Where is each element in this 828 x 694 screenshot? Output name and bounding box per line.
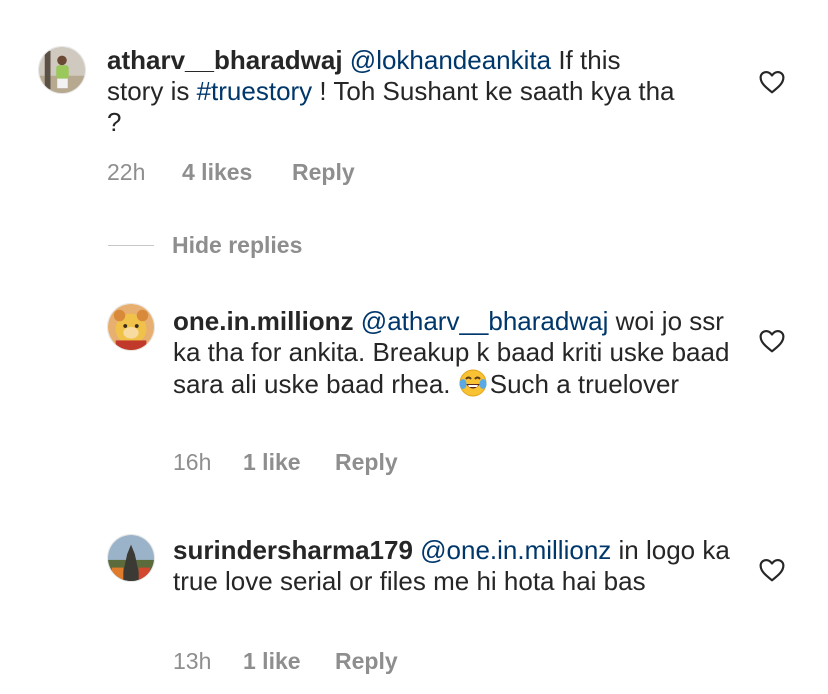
comment-time: 13h (173, 648, 212, 674)
avatar[interactable] (107, 534, 155, 582)
mention-link[interactable]: @atharv__bharadwaj (361, 306, 609, 336)
heart-outline-icon[interactable] (759, 70, 785, 94)
reply-button[interactable]: Reply (335, 449, 398, 476)
comment-time: 16h (173, 449, 212, 475)
mention-link[interactable]: @one.in.millionz (420, 535, 611, 565)
hashtag-link[interactable]: #truestory (197, 76, 313, 106)
hide-replies-toggle[interactable]: Hide replies (108, 230, 302, 260)
comment-meta: 22h 4 likes Reply (107, 159, 355, 186)
comment-meta: 13h 1 like Reply (173, 648, 398, 675)
comment-text: atharv__bharadwaj @lokhandeankita If thi… (107, 45, 677, 138)
divider (108, 244, 154, 246)
avatar[interactable] (38, 46, 86, 94)
like-count[interactable]: 4 likes (182, 159, 292, 186)
mention-link[interactable]: @lokhandeankita (350, 45, 551, 75)
comment-text: surindersharma179 @one.in.millionz in lo… (173, 535, 733, 597)
comment-text: one.in.millionz @atharv__bharadwaj woi j… (173, 306, 733, 400)
like-count[interactable]: 1 like (243, 449, 335, 476)
heart-outline-icon[interactable] (759, 558, 785, 582)
avatar-image (39, 47, 85, 93)
comment-body: Such a truelover (489, 369, 680, 399)
avatar[interactable] (107, 303, 155, 351)
reply-button[interactable]: Reply (292, 159, 355, 186)
heart-outline-icon[interactable] (759, 329, 785, 353)
comment-time: 22h (107, 159, 146, 185)
avatar-image (108, 535, 154, 581)
comment-username[interactable]: atharv__bharadwaj (107, 45, 343, 75)
tears-of-joy-emoji-icon (458, 368, 488, 398)
hide-replies-label[interactable]: Hide replies (172, 232, 302, 259)
like-count[interactable]: 1 like (243, 648, 335, 675)
comment-username[interactable]: surindersharma179 (173, 535, 413, 565)
reply-button[interactable]: Reply (335, 648, 398, 675)
comment-username[interactable]: one.in.millionz (173, 306, 354, 336)
avatar-image (108, 304, 154, 350)
comment-meta: 16h 1 like Reply (173, 449, 398, 476)
